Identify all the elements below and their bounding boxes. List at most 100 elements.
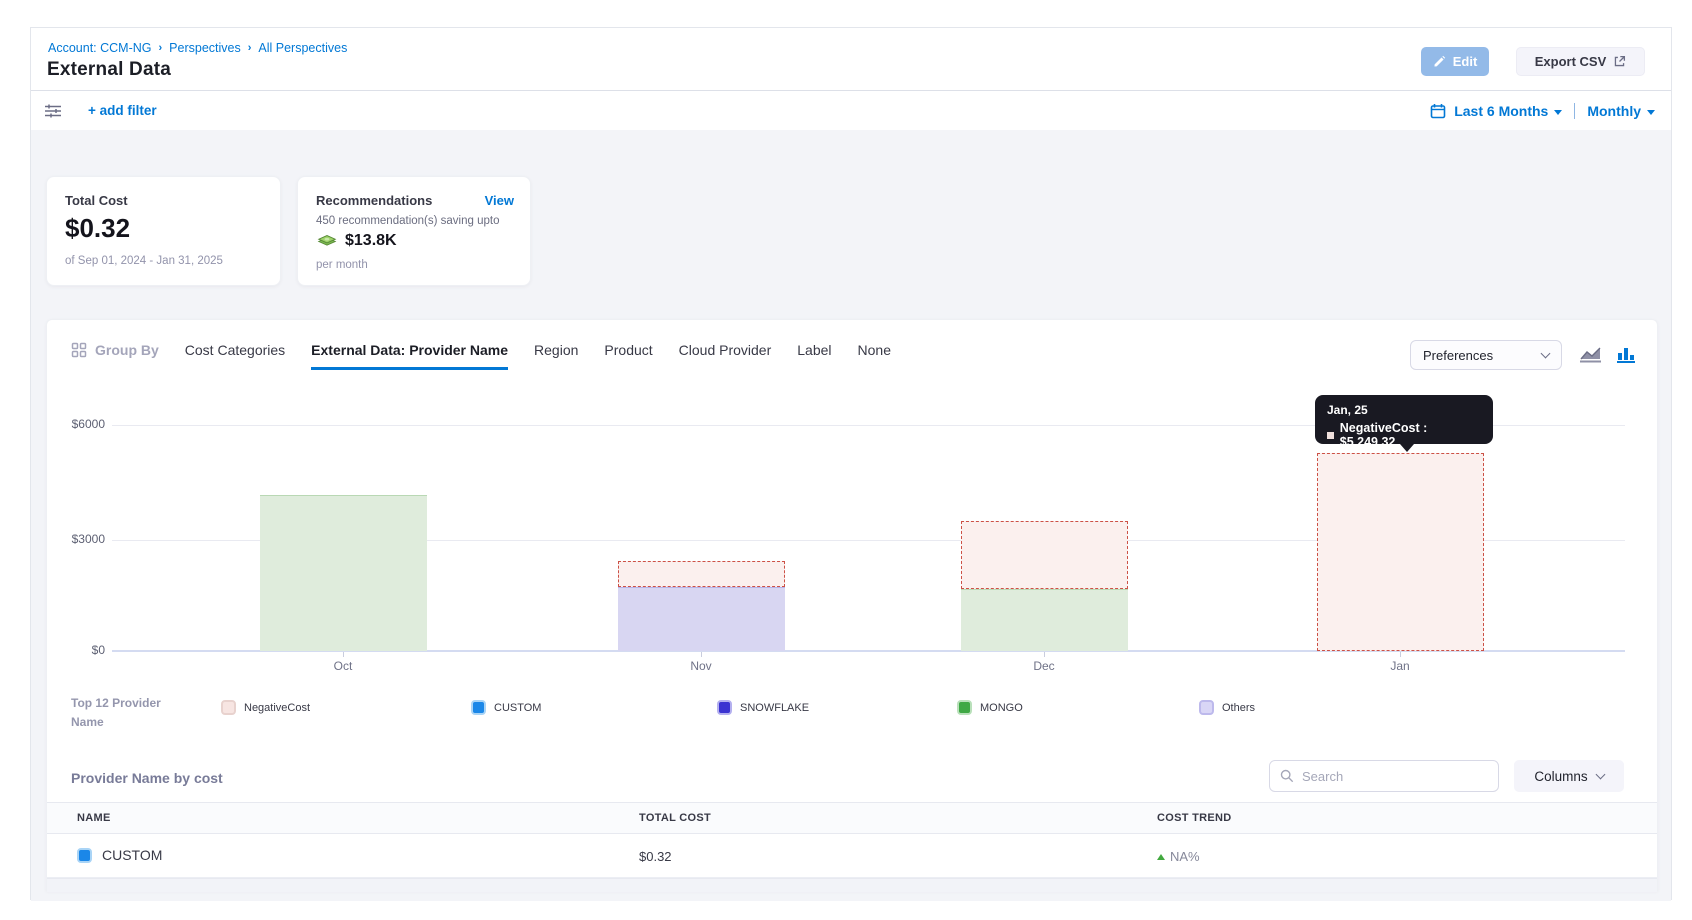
search-box — [1269, 760, 1499, 792]
calendar-icon — [1430, 103, 1446, 119]
breadcrumb: Account: CCM-NG›Perspectives›All Perspec… — [48, 41, 347, 55]
columns-button[interactable]: Columns — [1514, 760, 1624, 792]
trend-value: NA% — [1170, 849, 1200, 864]
group-by-tabs: Cost Categories External Data: Provider N… — [185, 340, 891, 370]
tab-region[interactable]: Region — [534, 342, 578, 370]
bar-chart-icon[interactable] — [1616, 344, 1636, 364]
table-title: Provider Name by cost — [71, 770, 223, 786]
bar-nov-snowflake[interactable] — [618, 587, 785, 651]
legend-swatch — [717, 700, 732, 715]
filter-settings-icon[interactable] — [44, 103, 62, 119]
chevron-down-icon — [1595, 770, 1605, 780]
legend-swatch — [1199, 700, 1214, 715]
filter-bar: + add filter Last 6 Months Monthly — [31, 90, 1671, 130]
legend-swatch — [471, 700, 486, 715]
view-recommendations-link[interactable]: View — [485, 193, 514, 208]
recommendations-subtitle: 450 recommendation(s) saving upto — [316, 215, 499, 227]
preferences-dropdown[interactable]: Preferences — [1410, 340, 1562, 370]
legend-item-custom[interactable]: CUSTOM — [471, 700, 541, 715]
y-tick-6000: $6000 — [71, 417, 105, 431]
legend-label: CUSTOM — [494, 702, 541, 714]
legend-item-negativecost[interactable]: NegativeCost — [221, 700, 310, 715]
tooltip-pointer — [1400, 444, 1414, 452]
column-header-total-cost: TOTAL COST — [639, 812, 711, 824]
x-label-jan: Jan — [1390, 659, 1409, 673]
grid-icon — [71, 342, 87, 358]
legend-item-snowflake[interactable]: SNOWFLAKE — [717, 700, 809, 715]
x-tick — [701, 652, 702, 657]
breadcrumb-item[interactable]: Perspectives — [169, 41, 241, 55]
perspective-panel: Group By Cost Categories External Data: P… — [46, 319, 1658, 891]
chevron-down-icon — [1541, 349, 1551, 359]
x-tick — [343, 652, 344, 657]
total-cost-period: of Sep 01, 2024 - Jan 31, 2025 — [65, 255, 223, 267]
cell-cost-trend: NA% — [1157, 849, 1200, 864]
group-by-row: Group By Cost Categories External Data: P… — [71, 340, 891, 374]
tab-label[interactable]: Label — [797, 342, 831, 370]
x-tick — [1400, 652, 1401, 657]
legend-label: SNOWFLAKE — [740, 702, 809, 714]
time-range-dropdown[interactable]: Last 6 Months — [1454, 103, 1562, 119]
divider — [1574, 103, 1575, 119]
x-label-oct: Oct — [334, 659, 353, 673]
legend-label: MONGO — [980, 702, 1023, 714]
recommendations-cadence: per month — [316, 259, 368, 271]
edit-button-label: Edit — [1453, 54, 1478, 69]
export-csv-label: Export CSV — [1535, 54, 1607, 69]
tab-product[interactable]: Product — [604, 342, 652, 370]
cell-name: CUSTOM — [77, 847, 162, 863]
columns-button-label: Columns — [1534, 769, 1587, 784]
group-by-label: Group By — [95, 342, 159, 358]
cell-total-cost: $0.32 — [639, 849, 672, 864]
money-icon — [316, 233, 338, 250]
recommendations-title: Recommendations — [316, 193, 432, 208]
legend-item-mongo[interactable]: MONGO — [957, 700, 1023, 715]
breadcrumb-item[interactable]: All Perspectives — [258, 41, 347, 55]
group-by-label-wrap: Group By — [71, 342, 159, 358]
tab-external-data-provider-name[interactable]: External Data: Provider Name — [311, 342, 508, 370]
bar-nov-negativecost[interactable] — [618, 561, 785, 587]
y-tick-0: $0 — [71, 643, 105, 657]
area-chart-icon[interactable] — [1579, 344, 1603, 364]
chart-legend: Top 12 Provider Name NegativeCostCUSTOMS… — [71, 692, 1635, 740]
legend-swatch — [957, 700, 972, 715]
bar-jan-negativecost[interactable] — [1317, 453, 1484, 651]
granularity-dropdown[interactable]: Monthly — [1587, 103, 1655, 119]
export-csv-button[interactable]: Export CSV — [1516, 47, 1645, 76]
chart-tooltip: Jan, 25 NegativeCost : $5,249.32 — [1315, 395, 1493, 444]
bar-dec-mongo[interactable] — [961, 589, 1128, 651]
breadcrumb-separator: › — [248, 42, 252, 54]
bar-dec-negativecost[interactable] — [961, 521, 1128, 589]
table-row-custom[interactable]: CUSTOM $0.32 NA% — [47, 834, 1657, 878]
total-cost-card: Total Cost $0.32 of Sep 01, 2024 - Jan 3… — [46, 176, 281, 286]
chevron-down-icon — [1647, 110, 1655, 115]
page-header: Account: CCM-NG›Perspectives›All Perspec… — [31, 28, 1671, 90]
page-title: External Data — [47, 59, 171, 81]
provider-name: CUSTOM — [102, 847, 162, 863]
bar-oct-mongo[interactable] — [260, 495, 427, 651]
column-header-cost-trend: COST TREND — [1157, 812, 1232, 824]
edit-button[interactable]: Edit — [1421, 47, 1489, 76]
recommendations-savings: $13.8K — [345, 232, 397, 250]
time-controls: Last 6 Months Monthly — [1430, 91, 1655, 131]
y-tick-3000: $3000 — [71, 532, 105, 546]
tab-cost-categories[interactable]: Cost Categories — [185, 342, 285, 370]
main-content: Total Cost $0.32 of Sep 01, 2024 - Jan 3… — [31, 130, 1671, 901]
legend-item-others[interactable]: Others — [1199, 700, 1255, 715]
search-input[interactable] — [1302, 769, 1472, 784]
total-cost-title: Total Cost — [65, 193, 128, 208]
tab-cloud-provider[interactable]: Cloud Provider — [679, 342, 772, 370]
breadcrumb-item[interactable]: Account: CCM-NG — [48, 41, 152, 55]
time-range-label: Last 6 Months — [1454, 103, 1548, 119]
provider-swatch — [77, 848, 92, 863]
cost-bar-chart: $0 $3000 $6000 Oct Nov Dec Jan Jan, 25 N… — [71, 395, 1635, 687]
tab-none[interactable]: None — [858, 342, 891, 370]
preferences-label: Preferences — [1423, 348, 1493, 363]
table-header-row: NAME TOTAL COST COST TREND — [47, 802, 1657, 834]
x-label-nov: Nov — [690, 659, 711, 673]
granularity-label: Monthly — [1587, 103, 1641, 119]
recommendations-card: Recommendations View 450 recommendation(… — [297, 176, 531, 286]
chevron-down-icon — [1554, 110, 1562, 115]
app-window: Account: CCM-NG›Perspectives›All Perspec… — [30, 27, 1672, 900]
add-filter-button[interactable]: + add filter — [88, 103, 157, 118]
